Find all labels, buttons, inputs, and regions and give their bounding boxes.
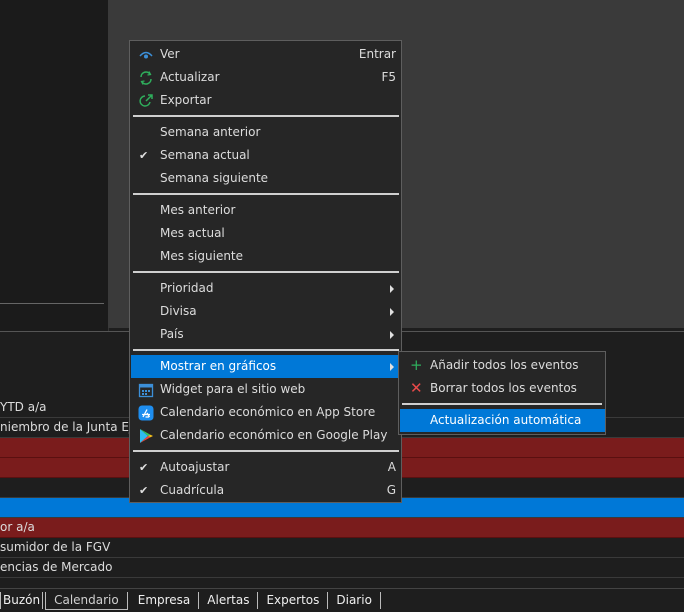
shortcut-label: G [386,483,396,497]
menu-item-label: Divisa [160,304,197,318]
menu-item-label: Actualizar [160,70,220,84]
menu-item-label: Widget para el sitio web [160,382,306,396]
submenu-item-remove-all[interactable]: ✕ Borrar todos los eventos [400,377,605,400]
menu-item-label: País [160,327,184,341]
x-icon: ✕ [410,379,423,397]
menu-item-label: Actualización automática [430,413,582,427]
menu-item-label: Semana siguiente [160,171,269,185]
menu-item-label: Semana anterior [160,125,261,139]
submenu-item-add-all[interactable]: + Añadir todos los eventos [400,354,605,377]
menu-item-refresh[interactable]: Actualizar F5 [131,66,401,89]
menu-item-export[interactable]: Exportar [131,89,401,112]
tab-buzon[interactable]: Buzón [0,592,44,609]
context-menu: Ver Entrar Actualizar F5 Exportar Semana… [129,40,402,503]
left-panel-divider [0,303,104,304]
menu-item-app-store[interactable]: Calendario económico en App Store [131,401,401,424]
menu-item-widget[interactable]: Widget para el sitio web [131,378,401,401]
table-cell: or a/a [0,520,35,534]
menu-item-label: Prioridad [160,281,214,295]
eye-icon [139,51,153,59]
calendar-icon [138,383,154,398]
tab-diario[interactable]: Diario [328,592,381,609]
menu-item-current-week[interactable]: ✔ Semana actual [131,144,401,167]
menu-item-view[interactable]: Ver Entrar [131,43,401,66]
menu-item-label: Mes anterior [160,203,236,217]
menu-item-label: Semana actual [160,148,250,162]
refresh-icon [140,71,152,85]
menu-item-label: Calendario económico en App Store [160,405,376,419]
menu-item-country[interactable]: País [131,323,401,346]
menu-item-label: Mes siguiente [160,249,244,263]
tab-expertos[interactable]: Expertos [258,592,329,609]
menu-item-next-month[interactable]: Mes siguiente [131,245,401,268]
menu-item-label: Añadir todos los eventos [430,358,579,372]
submenu-item-auto-update[interactable]: Actualización automática [400,409,605,432]
menu-item-current-month[interactable]: Mes actual [131,222,401,245]
checkmark-icon: ✔ [139,484,149,497]
menu-item-label: Borrar todos los eventos [430,381,577,395]
menu-item-show-in-charts[interactable]: Mostrar en gráficos [131,355,401,378]
menu-item-next-week[interactable]: Semana siguiente [131,167,401,190]
tab-alertas[interactable]: Alertas [199,592,259,609]
google-play-icon [140,429,153,443]
table-row[interactable]: encias de Mercado [0,558,684,578]
menu-separator [133,349,399,351]
submenu-arrow-icon [390,285,394,293]
menu-item-priority[interactable]: Prioridad [131,277,401,300]
menu-item-prev-week[interactable]: Semana anterior [131,121,401,144]
menu-item-google-play[interactable]: Calendario económico en Google Play [131,424,401,447]
shortcut-label: Entrar [358,47,396,61]
table-cell: niembro de la Junta Ejec [0,420,147,434]
menu-item-label: Exportar [160,93,212,107]
submenu-arrow-icon [390,308,394,316]
menu-item-label: Calendario económico en Google Play [160,428,388,442]
menu-item-prev-month[interactable]: Mes anterior [131,199,401,222]
menu-item-label: Mes actual [160,226,225,240]
menu-separator [133,193,399,195]
export-icon [139,94,153,107]
app-store-icon [138,405,154,421]
tab-empresa[interactable]: Empresa [130,592,200,609]
tab-calendario[interactable]: Calendario [45,591,128,610]
menu-item-label: Cuadrícula [160,483,225,497]
shortcut-label: F5 [381,70,396,84]
menu-item-grid[interactable]: ✔ Cuadrícula G [131,479,401,502]
plus-icon: + [410,356,423,374]
menu-item-label: Ver [160,47,180,61]
table-row[interactable]: sumidor de la FGV [0,538,684,558]
menu-item-label: Autoajustar [160,460,230,474]
table-cell: YTD a/a [0,400,47,414]
menu-separator [402,403,602,405]
menu-separator [133,115,399,117]
shortcut-label: A [387,460,396,474]
left-panel [0,0,109,332]
table-cell: encias de Mercado [0,560,113,574]
menu-item-autofit[interactable]: ✔ Autoajustar A [131,456,401,479]
menu-separator [133,271,399,273]
checkmark-icon: ✔ [139,461,149,474]
checkmark-icon: ✔ [139,149,149,162]
charts-submenu: + Añadir todos los eventos ✕ Borrar todo… [398,351,606,435]
submenu-arrow-icon [390,363,394,371]
table-row[interactable]: or a/a [0,518,684,538]
submenu-arrow-icon [390,331,394,339]
table-cell: sumidor de la FGV [0,540,111,554]
menu-item-currency[interactable]: Divisa [131,300,401,323]
menu-separator [133,450,399,452]
menu-item-label: Mostrar en gráficos [160,359,277,373]
bottom-tab-bar: Buzón Calendario Empresa Alertas Experto… [0,588,684,612]
